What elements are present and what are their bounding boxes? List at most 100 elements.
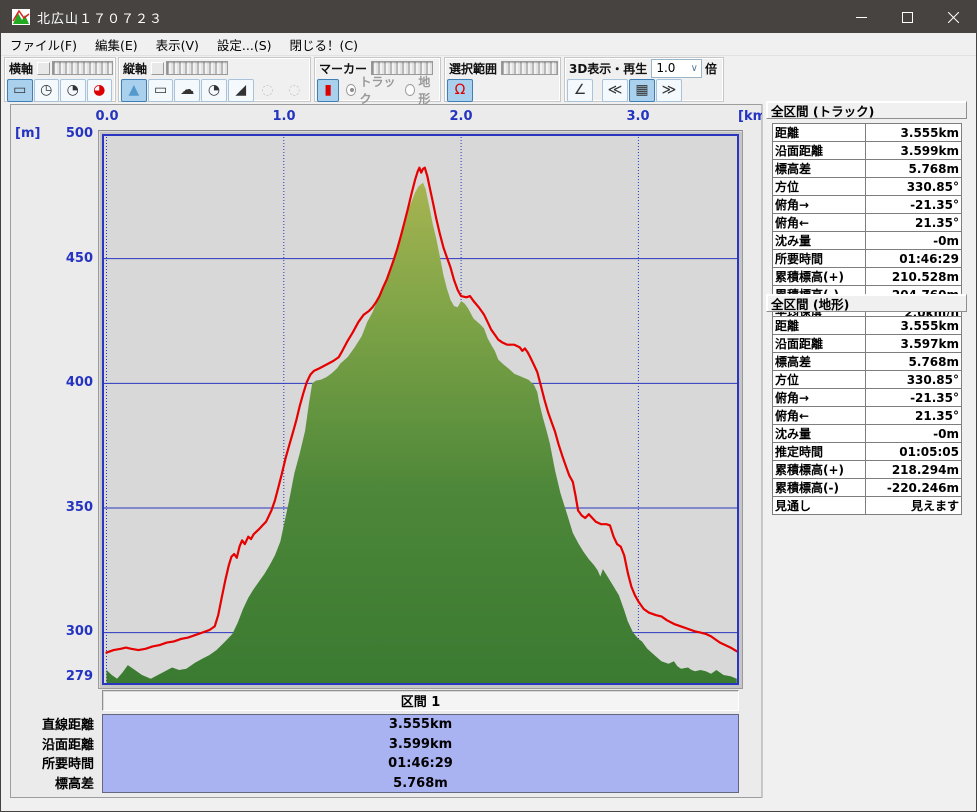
marker-track-radio[interactable]: トラック: [346, 73, 399, 107]
stat-label: 標高差: [772, 159, 866, 178]
slope-triangle-icon: ◢: [235, 82, 247, 98]
vaxis-slope-button[interactable]: ◢: [227, 78, 254, 102]
clock-numbers-icon: ◔: [66, 82, 79, 98]
mountain-icon: ▲: [128, 82, 140, 98]
menu-settings[interactable]: 設定...(S): [208, 33, 281, 56]
stat-row: 累積標高(+) 218.294m: [772, 460, 963, 479]
elevation-profile-plot[interactable]: [102, 134, 739, 685]
y-tick-300: 300: [65, 624, 93, 639]
stat-value: 210.528m: [864, 267, 963, 286]
vaxis-pace-button[interactable]: ◔: [201, 78, 227, 102]
section-info-value: 01:46:29: [388, 756, 453, 772]
menu-view[interactable]: 表示(V): [147, 33, 208, 56]
stat-row: 見通し 見えます: [772, 496, 963, 515]
play-forward-button[interactable]: ≫: [656, 78, 682, 102]
cloud-icon: ☁: [180, 82, 195, 98]
section-info-label: 沿面距離: [41, 737, 94, 753]
marker-pen-icon: ▮: [324, 82, 332, 98]
selection-label: 選択範囲: [449, 61, 498, 76]
radio-label: トラック: [359, 75, 396, 106]
stat-row: 標高差 5.768m: [772, 352, 963, 371]
section-info-value: 3.599km: [388, 736, 453, 752]
stat-row: 沈み量 -0m: [772, 424, 963, 443]
close-button[interactable]: [930, 1, 976, 33]
stat-label: 見通し: [772, 496, 866, 515]
stat-value: -21.35°: [864, 388, 963, 407]
stat-label: 俯角←: [772, 406, 866, 425]
stat-value: 見えます: [864, 496, 963, 515]
vaxis-elevation-button[interactable]: ▲: [121, 78, 147, 102]
vaxis-scale-slider[interactable]: [166, 61, 229, 75]
terrain-area: [106, 182, 737, 685]
vaxis-extra2-button: ◌: [281, 79, 307, 102]
stat-label: 標高差: [772, 352, 866, 371]
y-tick-279: 279: [65, 669, 93, 684]
stat-row: 距離 3.555km: [772, 123, 963, 142]
dotted-circle-icon: ◌: [261, 82, 274, 98]
menu-edit[interactable]: 編集(E): [86, 33, 147, 56]
ruler-icon: ▭: [153, 82, 168, 98]
app-icon: [12, 9, 30, 25]
stat-value: 3.555km: [864, 123, 963, 142]
playback-group: 3D表示・再生 1.0 ∨ 倍 ∠ ≪ ▦ ≫: [564, 57, 724, 102]
rewind-button[interactable]: ≪: [602, 78, 628, 102]
radio-label: 地形: [418, 75, 431, 106]
menu-file[interactable]: ファイル(F): [1, 33, 86, 56]
stat-row: 標高差 5.768m: [772, 159, 963, 178]
haxis-reset-button[interactable]: [37, 61, 50, 75]
x-tick-2: 2.0: [449, 109, 473, 124]
vaxis-reset-button[interactable]: [151, 61, 165, 75]
haxis-time-button[interactable]: ◷: [33, 78, 59, 102]
stat-value: 5.768m: [864, 352, 963, 371]
selection-lasso-button[interactable]: Ω: [447, 78, 473, 102]
marker-pen-button[interactable]: ▮: [317, 78, 340, 102]
vaxis-extra1-button: ◌: [255, 79, 281, 102]
stat-row: 俯角← 21.35°: [772, 213, 963, 232]
radio-dot: [346, 84, 357, 96]
haxis-distance-button[interactable]: ▭: [7, 78, 33, 102]
pause-button[interactable]: ▦: [629, 78, 655, 102]
speed-unit-label: 倍: [704, 61, 717, 76]
stat-row: 方位 330.85°: [772, 177, 963, 196]
stat-label: 方位: [772, 177, 866, 196]
marker-terrain-radio[interactable]: 地形: [405, 73, 438, 107]
section-info-labels: 直線距離 沿面距離 所要時間 標高差: [11, 714, 97, 792]
window-title: 北広山１７０７２３: [37, 11, 164, 27]
y-tick-400: 400: [65, 375, 93, 390]
selection-range-slider[interactable]: [501, 61, 558, 75]
haxis-elapsed-button[interactable]: ◕: [86, 78, 112, 102]
slope-display-toggle-button[interactable]: ∠: [567, 78, 593, 102]
vaxis-label: 縦軸: [123, 61, 148, 76]
menu-bar: ファイル(F) 編集(E) 表示(V) 設定...(S) 閉じる！(C): [1, 33, 976, 56]
cloud-clock-icon: ◔: [207, 82, 221, 98]
track-stats-header: 全区間 (トラック): [766, 101, 967, 119]
x-tick-1: 1.0: [272, 109, 296, 124]
playback-speed-select[interactable]: 1.0 ∨: [651, 58, 702, 78]
pie-clock-icon: ◕: [93, 82, 106, 98]
stat-row: 累積標高(+) 210.528m: [772, 267, 963, 286]
track-stats-table: 距離 3.555km 沿面距離 3.599km 標高差 5.768m 方位 330.85° 俯角…: [772, 123, 963, 322]
lasso-icon: Ω: [454, 82, 466, 98]
section-info-value: 3.555km: [388, 717, 453, 733]
menu-close[interactable]: 閉じる！(C): [281, 33, 367, 56]
stat-row: 沿面距離 3.597km: [772, 334, 963, 353]
stat-row: 沈み量 -0m: [772, 231, 963, 250]
haxis-time-number-button[interactable]: ◔: [60, 78, 86, 102]
x-tick-0: 0.0: [95, 109, 119, 124]
stat-value: 21.35°: [864, 406, 963, 425]
slope-slash-icon: ∠: [573, 82, 587, 98]
section-info-label: 標高差: [54, 776, 94, 792]
stat-label: 沈み量: [772, 231, 866, 250]
stat-label: 累積標高(+): [772, 267, 866, 286]
maximize-button[interactable]: [884, 1, 930, 33]
stat-label: 推定時間: [772, 442, 866, 461]
stat-label: 沿面距離: [772, 141, 866, 160]
haxis-scale-slider[interactable]: [51, 61, 113, 75]
stat-label: 沈み量: [772, 424, 866, 443]
vaxis-speed-button[interactable]: ☁: [174, 78, 201, 102]
minimize-button[interactable]: [838, 1, 884, 33]
vaxis-distance-button[interactable]: ▭: [147, 78, 174, 102]
stat-value: 3.555km: [864, 316, 963, 335]
clock-icon: ◷: [40, 82, 53, 98]
stat-label: 距離: [772, 123, 866, 142]
